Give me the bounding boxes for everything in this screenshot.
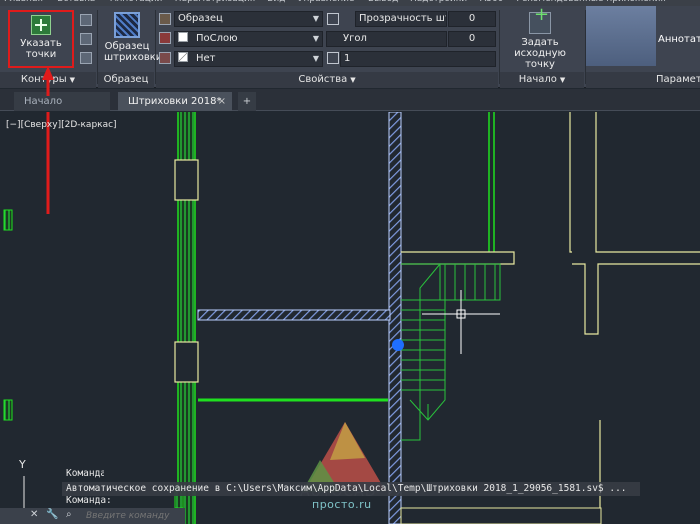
hatch-pattern-label: Образец штриховки bbox=[104, 41, 163, 63]
hatch-color-select[interactable]: ПоСлою ▼ bbox=[174, 31, 323, 47]
window-opening[interactable] bbox=[174, 159, 199, 201]
blue-hatched-wall-horizontal[interactable] bbox=[197, 309, 391, 321]
remove-boundary-icon[interactable] bbox=[80, 33, 92, 45]
tab-start[interactable]: Начало bbox=[14, 92, 110, 111]
panel-properties-title[interactable]: Свойства ▼ bbox=[156, 72, 498, 88]
green-wall-right[interactable] bbox=[488, 112, 495, 252]
ribbon: Указать точки Контуры▼ Образец штриховки… bbox=[0, 6, 700, 88]
command-history-line: Команда: bbox=[66, 468, 104, 479]
menu-tab[interactable]: Вид bbox=[267, 0, 285, 4]
background-color-icon bbox=[159, 52, 171, 64]
panel-origin-title[interactable]: Начало ▼ bbox=[500, 72, 584, 88]
angle-value[interactable]: 0 bbox=[448, 31, 496, 47]
color-swatch bbox=[178, 52, 188, 62]
chevron-down-icon: ▼ bbox=[559, 76, 566, 84]
transparency-icon bbox=[327, 13, 339, 25]
panel-pattern-title: Образец bbox=[98, 72, 154, 88]
set-origin-button[interactable]: Задать исходную точку bbox=[502, 9, 578, 70]
chevron-down-icon: ▼ bbox=[312, 54, 319, 63]
scale-field[interactable]: 1 bbox=[340, 51, 496, 67]
green-wall-fragment bbox=[3, 399, 13, 421]
annotation-arrow bbox=[42, 66, 54, 96]
color-swatch bbox=[178, 32, 188, 42]
transparency-field[interactable]: Прозрачность шт... bbox=[355, 11, 447, 27]
viewport-controls-label[interactable]: [−][Сверху][2D-каркас] bbox=[6, 120, 117, 130]
hatch-color-icon bbox=[159, 32, 171, 44]
grip-point[interactable] bbox=[392, 339, 404, 351]
ucs-y-label: Y bbox=[19, 458, 26, 471]
menu-tab[interactable]: Вставка bbox=[57, 0, 95, 4]
angle-field[interactable]: Угол bbox=[326, 31, 447, 47]
search-icon[interactable]: ⌕ bbox=[66, 509, 72, 520]
wrench-icon[interactable]: 🔧 bbox=[46, 509, 58, 520]
tab-drawing[interactable]: Штриховки 2018* × bbox=[118, 92, 232, 111]
wall-outline[interactable] bbox=[400, 507, 602, 524]
transparency-value[interactable]: 0 bbox=[448, 11, 496, 27]
menu-tab[interactable]: Надстройки bbox=[410, 0, 467, 4]
background-color-select[interactable]: Нет ▼ bbox=[174, 51, 323, 67]
close-icon[interactable]: ✕ bbox=[30, 509, 38, 520]
command-history-line: Команда: bbox=[66, 495, 112, 506]
scale-icon bbox=[327, 52, 339, 64]
plus-icon bbox=[31, 15, 51, 35]
new-tab-button[interactable]: + bbox=[238, 92, 256, 111]
associative-toggle[interactable] bbox=[586, 6, 656, 66]
window-opening[interactable] bbox=[174, 341, 199, 383]
menu-tab[interactable]: Параметризация bbox=[175, 0, 255, 4]
hatch-type-icon bbox=[159, 13, 171, 25]
hatch-icon bbox=[114, 12, 140, 38]
menu-tab[interactable]: A360 bbox=[480, 0, 503, 4]
close-icon[interactable]: × bbox=[218, 92, 226, 111]
select-objects-icon[interactable] bbox=[80, 14, 92, 26]
stair-hatch[interactable] bbox=[401, 263, 501, 441]
pick-points-button[interactable]: Указать точки bbox=[8, 10, 74, 68]
pick-points-label: Указать точки bbox=[20, 38, 62, 60]
chevron-down-icon: ▼ bbox=[312, 34, 319, 43]
chevron-down-icon: ▼ bbox=[350, 76, 356, 84]
menu-tab[interactable]: Главная bbox=[4, 0, 43, 4]
command-history-line: Автоматическое сохранение в C:\Users\Мак… bbox=[62, 482, 640, 496]
wall-outline[interactable] bbox=[401, 112, 700, 335]
command-input-bar: ✕ 🔧 ⌕ bbox=[0, 508, 185, 524]
chevron-down-icon: ▼ bbox=[69, 76, 76, 84]
menu-tab[interactable]: Аннотации bbox=[110, 0, 162, 4]
watermark-site: просто.ru bbox=[312, 498, 372, 511]
document-tab-bar: Начало Штриховки 2018* × + bbox=[0, 89, 700, 111]
annotative-button[interactable]: Аннотати bbox=[658, 34, 700, 45]
recreate-boundary-icon[interactable] bbox=[80, 52, 92, 64]
command-input[interactable] bbox=[86, 509, 182, 523]
chevron-down-icon: ▼ bbox=[312, 14, 319, 23]
hatch-type-select[interactable]: Образец ▼ bbox=[174, 11, 323, 27]
menu-tab[interactable]: Вывод bbox=[368, 0, 398, 4]
hatch-pattern-button[interactable]: Образец штриховки bbox=[104, 10, 162, 68]
menu-tab[interactable]: Управление bbox=[298, 0, 354, 4]
set-origin-label: Задать исходную точку bbox=[514, 37, 566, 70]
green-wall-fragment bbox=[3, 209, 13, 231]
origin-icon bbox=[529, 9, 551, 34]
panel-params-title[interactable]: Парамет bbox=[586, 72, 700, 88]
